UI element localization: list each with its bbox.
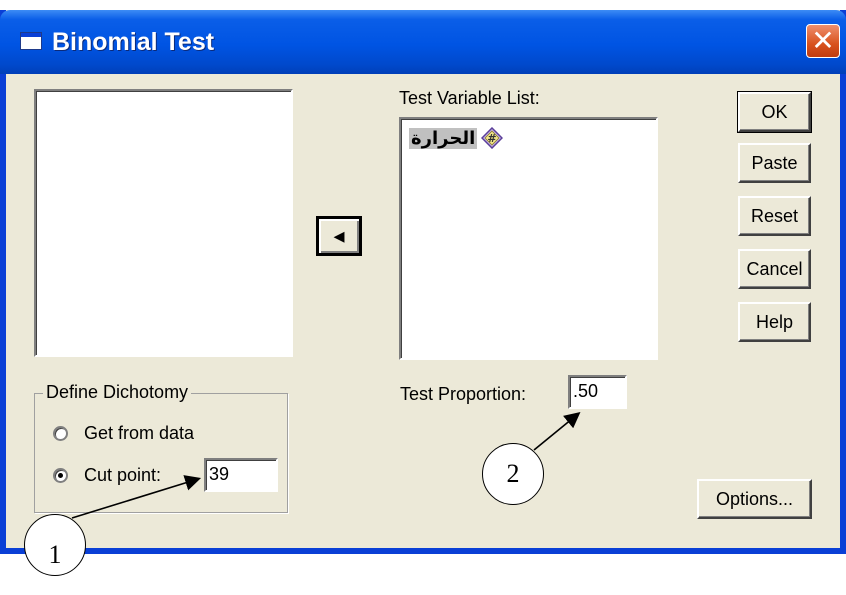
define-dichotomy-legend: Define Dichotomy: [43, 382, 192, 403]
test-proportion-label: Test Proportion:: [400, 384, 527, 404]
variable-name: الحرارة: [409, 127, 478, 149]
cut-point-input[interactable]: 39: [204, 458, 278, 492]
annotation-callout-2: 2: [482, 443, 544, 505]
get-from-data-label[interactable]: Get from data: [84, 423, 194, 444]
left-arrow-icon: ◂: [333, 223, 345, 248]
list-item[interactable]: # الحرارة: [409, 127, 504, 149]
cut-point-label[interactable]: Cut point:: [84, 465, 161, 486]
test-variable-list[interactable]: # الحرارة: [399, 117, 658, 360]
close-icon: ✕: [811, 25, 835, 56]
source-variable-list[interactable]: [34, 89, 293, 357]
options-button[interactable]: Options...: [697, 479, 812, 519]
ok-button[interactable]: OK: [737, 91, 812, 133]
cut-point-radio[interactable]: [53, 468, 68, 483]
reset-button[interactable]: Reset: [738, 196, 811, 236]
paste-button[interactable]: Paste: [738, 143, 811, 183]
close-button[interactable]: ✕: [806, 24, 840, 58]
annotation-number: 1: [48, 540, 62, 569]
cancel-button[interactable]: Cancel: [738, 249, 811, 289]
annotation-callout-1: 1: [24, 514, 86, 576]
move-variable-button[interactable]: ◂: [316, 216, 362, 256]
title-bar[interactable]: Binomial Test ✕: [0, 10, 846, 74]
test-proportion-input[interactable]: .50: [568, 375, 627, 409]
define-dichotomy-group: Define Dichotomy: [34, 382, 288, 513]
window-title: Binomial Test: [52, 28, 215, 56]
test-variable-list-label: Test Variable List:: [399, 88, 540, 108]
get-from-data-radio[interactable]: [53, 426, 68, 441]
window-icon: [20, 32, 42, 50]
scale-variable-icon: #: [481, 127, 504, 149]
annotation-number: 2: [506, 459, 520, 488]
svg-text:#: #: [488, 132, 497, 145]
help-button[interactable]: Help: [738, 302, 811, 342]
